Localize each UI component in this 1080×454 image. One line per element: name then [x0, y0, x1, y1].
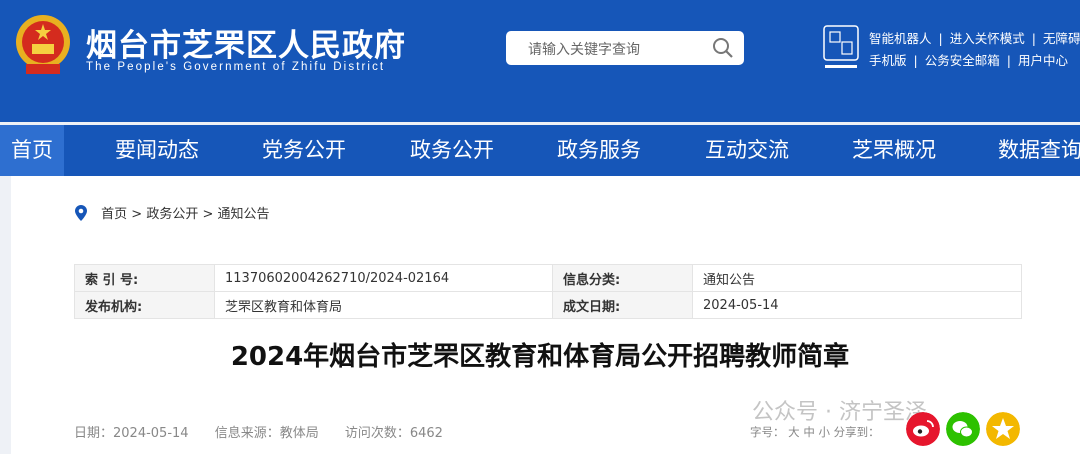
nav-item-gov-affairs[interactable]: 政务公开	[410, 125, 494, 176]
search-input[interactable]: 请输入关键字查询	[528, 39, 640, 59]
font-size-large[interactable]: 大	[788, 425, 800, 439]
location-pin-icon	[75, 205, 87, 221]
site-subtitle: The People's Government of Zhifu Distric…	[86, 61, 386, 73]
index-value: 11370602004262710/2024-02164	[214, 264, 553, 292]
font-size-control: 字号： 大 中 小 分享到：	[750, 424, 880, 440]
nav-item-overview[interactable]: 芝罘概况	[852, 125, 936, 176]
date-label: 成文日期:	[552, 291, 693, 319]
nav-item-data[interactable]: 数据查询	[998, 125, 1080, 176]
watermark: 公众号 · 济宁圣泽	[752, 400, 927, 425]
article-source: 信息来源：教体局	[214, 426, 319, 441]
article-visits: 访问次数：6462	[344, 426, 443, 441]
breadcrumb-gov-affairs[interactable]: 政务公开	[146, 207, 198, 222]
article-date: 日期：2024-05-14	[74, 426, 189, 441]
main-nav: 首页 要闻动态 党务公开 政务公开 政务服务 互动交流 芝罘概况 数据查询	[0, 125, 1080, 176]
top-link-user-center[interactable]: 用户中心	[1018, 53, 1068, 68]
top-link-care-mode[interactable]: 进入关怀模式	[950, 31, 1025, 46]
font-size-label: 字号：	[750, 425, 785, 439]
weibo-icon[interactable]	[906, 412, 940, 446]
site-header: 烟台市芝罘区人民政府 The People's Government of Zh…	[0, 0, 1080, 122]
category-label: 信息分类:	[552, 264, 693, 292]
search-box[interactable]: 请输入关键字查询	[506, 31, 744, 65]
breadcrumb: 首页 > 政务公开 > 通知公告	[75, 203, 270, 222]
top-link-accessibility[interactable]: 无障碍	[1043, 31, 1080, 46]
article-title: 2024年烟台市芝罘区教育和体育局公开招聘教师简章	[230, 342, 850, 372]
share-label: 分享到：	[833, 425, 880, 439]
top-link-robot[interactable]: 智能机器人	[869, 31, 932, 46]
publisher-label: 发布机构:	[74, 291, 215, 319]
breadcrumb-home[interactable]: 首页	[101, 207, 127, 222]
city-logo-icon	[823, 25, 859, 68]
nav-item-party[interactable]: 党务公开	[262, 125, 346, 176]
nav-item-interaction[interactable]: 互动交流	[705, 125, 789, 176]
nav-item-home[interactable]: 首页	[0, 125, 64, 176]
breadcrumb-separator: >	[131, 207, 143, 222]
date-value: 2024-05-14	[692, 291, 1022, 319]
national-emblem-icon	[16, 15, 70, 74]
publisher-value: 芝罘区教育和体育局	[214, 291, 553, 319]
font-size-small[interactable]: 小	[818, 425, 830, 439]
site-title: 烟台市芝罘区人民政府	[86, 28, 406, 64]
qzone-icon[interactable]	[986, 412, 1020, 446]
top-link-mail[interactable]: 公务安全邮箱	[925, 53, 1000, 68]
index-label: 索 引 号:	[74, 264, 215, 292]
info-row: 发布机构: 芝罘区教育和体育局 成文日期: 2024-05-14	[74, 291, 1022, 319]
top-links: 智能机器人 | 进入关怀模式 | 无障碍 手机版 | 公务安全邮箱 | 用户中心	[869, 31, 1080, 68]
info-row: 索 引 号: 11370602004262710/2024-02164 信息分类…	[74, 264, 1022, 292]
article-meta: 日期：2024-05-14 信息来源：教体局 访问次数：6462	[74, 422, 465, 441]
font-size-medium[interactable]: 中	[803, 425, 815, 439]
wechat-icon[interactable]	[946, 412, 980, 446]
breadcrumb-notices[interactable]: 通知公告	[218, 207, 270, 222]
category-value: 通知公告	[692, 264, 1022, 292]
info-table: 索 引 号: 11370602004262710/2024-02164 信息分类…	[74, 264, 1022, 319]
top-link-mobile[interactable]: 手机版	[869, 53, 907, 68]
nav-item-services[interactable]: 政务服务	[557, 125, 641, 176]
nav-item-news[interactable]: 要闻动态	[115, 125, 199, 176]
search-icon[interactable]	[712, 37, 734, 59]
breadcrumb-separator: >	[202, 207, 214, 222]
